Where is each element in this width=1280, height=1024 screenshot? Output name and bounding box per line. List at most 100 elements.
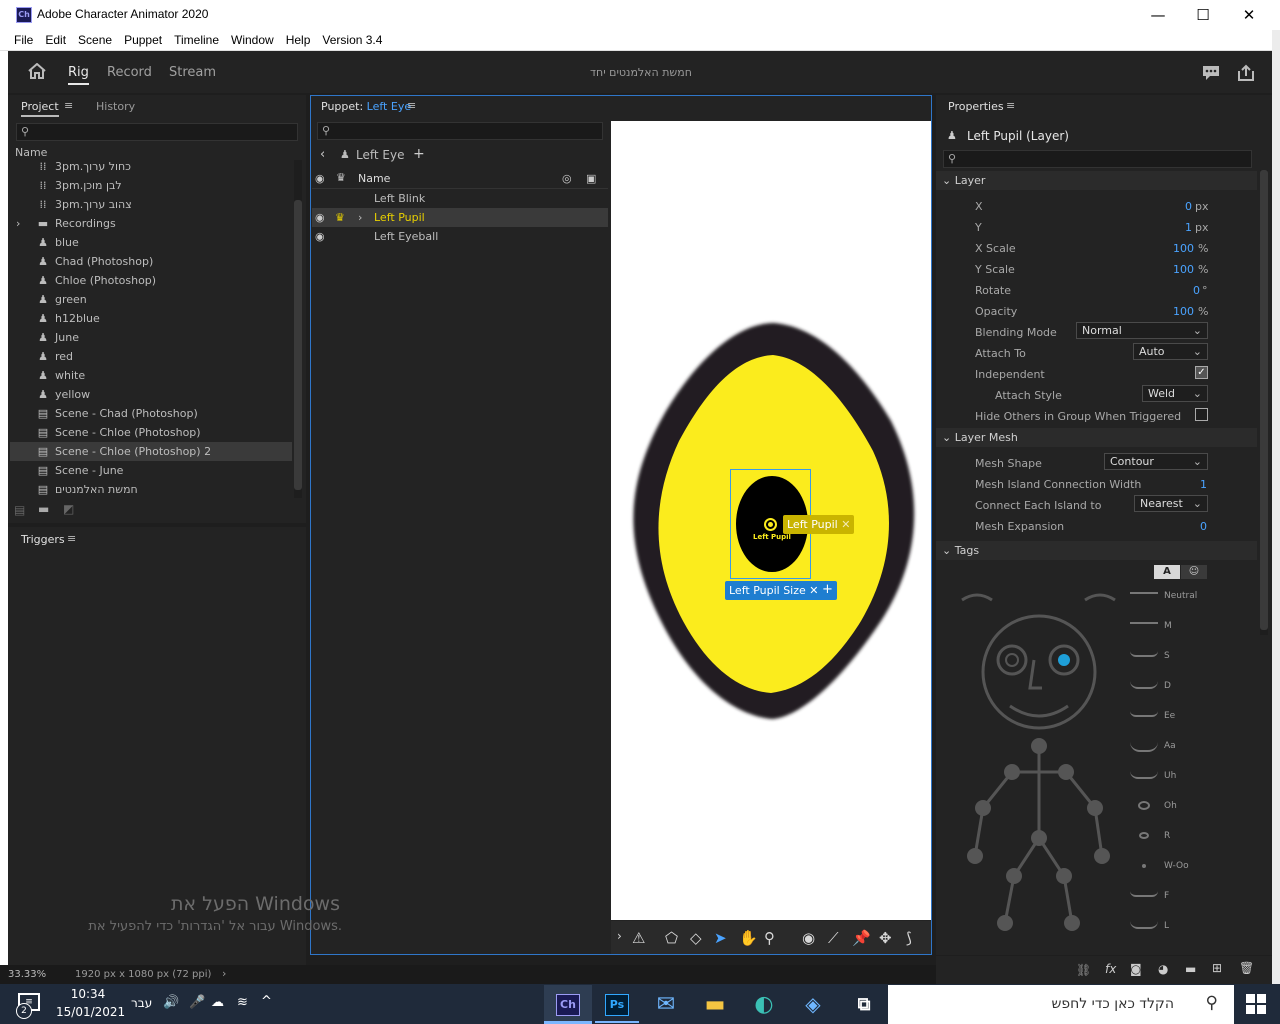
puppet-search-input[interactable]: ⚲ <box>317 122 603 140</box>
folder-icon[interactable]: ▬ <box>1185 962 1196 976</box>
clock-time[interactable]: 10:34 <box>60 987 116 1001</box>
properties-scrollbar[interactable] <box>1260 170 1268 635</box>
menu-version[interactable]: Version 3.4 <box>316 30 388 51</box>
layer-row[interactable]: ◉ Left Eyeball <box>312 227 608 246</box>
tab-record[interactable]: Record <box>107 65 152 80</box>
origin-icon[interactable]: ◉ <box>802 929 815 947</box>
lock-icon[interactable]: ▣ <box>586 172 596 185</box>
viseme-s-icon[interactable] <box>1130 651 1158 657</box>
file-explorer-icon[interactable]: ▬ <box>691 985 739 1024</box>
list-item[interactable]: ▤ Scene - Chad (Photoshop) <box>10 404 292 423</box>
list-item[interactable]: ⁞⁞ 3pm.צהוב ערוך <box>10 195 292 214</box>
prop-rotate-value[interactable]: 0 <box>1160 284 1200 297</box>
brush-icon[interactable]: ⟆ <box>906 929 912 947</box>
viseme-oh-icon[interactable] <box>1138 801 1150 810</box>
eye-icon[interactable]: ◉ <box>315 172 325 185</box>
tab-history[interactable]: History <box>96 100 135 113</box>
tag-text-toggle[interactable]: A <box>1154 565 1180 579</box>
zoom-tool-icon[interactable]: ⚲ <box>764 929 775 947</box>
link-icon[interactable]: ⛓ <box>1076 963 1091 977</box>
fx-icon[interactable]: fx <box>1105 962 1116 976</box>
onedrive-icon[interactable]: ☁ <box>211 995 224 1010</box>
handle-icon[interactable] <box>764 518 777 531</box>
tab-project[interactable]: Project <box>21 100 59 117</box>
list-item[interactable]: ♟ h12blue <box>10 309 292 328</box>
panel-menu-icon[interactable]: ≡ <box>67 532 76 545</box>
viseme-uh[interactable]: Uh <box>1164 771 1176 781</box>
eye-icon[interactable]: ◉ <box>315 208 325 227</box>
mail-icon[interactable]: ✉ <box>642 985 690 1024</box>
section-layer[interactable]: ⌄ Layer <box>936 171 1257 190</box>
app-icon[interactable]: ◈ <box>789 985 837 1024</box>
stick-icon[interactable]: ⟋ <box>828 929 839 947</box>
menu-help[interactable]: Help <box>280 30 317 51</box>
menu-window[interactable]: Window <box>225 30 280 51</box>
tab-stream[interactable]: Stream <box>169 65 216 80</box>
hand-tool-icon[interactable]: ✋ <box>739 929 758 947</box>
list-item[interactable]: ♟ yellow <box>10 385 292 404</box>
prop-x-value[interactable]: 0 <box>1160 200 1192 213</box>
pin-icon[interactable]: 📌 <box>852 929 871 947</box>
microphone-icon[interactable]: 🎤 <box>189 995 205 1010</box>
chevron-right-icon[interactable]: › <box>358 208 362 227</box>
viseme-l[interactable]: L <box>1164 921 1169 931</box>
prop-meshisland-value[interactable]: 1 <box>1180 478 1207 491</box>
viseme-uh-icon[interactable] <box>1130 771 1158 779</box>
eye-icon[interactable]: ◉ <box>315 227 325 246</box>
panel-menu-icon[interactable]: ≡ <box>1006 99 1015 112</box>
trash-icon[interactable]: 🗑 <box>1239 961 1254 975</box>
zoom-level[interactable]: 33.33% <box>8 969 46 980</box>
properties-search-input[interactable]: ⚲ <box>943 150 1252 168</box>
list-item[interactable]: › ▬ Recordings <box>10 214 292 233</box>
independent-checkbox[interactable]: ✓ <box>1195 366 1208 379</box>
prop-xscale-value[interactable]: 100 <box>1160 242 1194 255</box>
hide-others-checkbox[interactable] <box>1195 408 1208 421</box>
viseme-m-icon[interactable] <box>1130 622 1158 624</box>
viseme-oh[interactable]: Oh <box>1164 801 1177 811</box>
tag-figure-toggle-icon[interactable]: ☺ <box>1181 565 1207 579</box>
viseme-aa[interactable]: Aa <box>1164 741 1176 751</box>
viseme-ee[interactable]: Ee <box>1164 711 1175 721</box>
windows-start-icon[interactable] <box>1246 994 1266 1014</box>
project-search-input[interactable]: ⚲ <box>16 123 298 141</box>
add-icon[interactable]: + <box>413 146 425 162</box>
list-item[interactable]: ♟ Chloe (Photoshop) <box>10 271 292 290</box>
breadcrumb[interactable]: Left Eye <box>356 148 404 162</box>
color-icon[interactable]: ◕ <box>1158 962 1168 976</box>
viseme-f-icon[interactable] <box>1130 891 1158 897</box>
new-scene-icon[interactable]: ▤ <box>14 503 25 517</box>
prop-meshexp-value[interactable]: 0 <box>1180 520 1207 533</box>
viseme-l-icon[interactable] <box>1130 921 1158 929</box>
list-item[interactable]: ▤ Scene - Chloe (Photoshop) <box>10 423 292 442</box>
menu-scene[interactable]: Scene <box>72 30 118 51</box>
tag-chip[interactable]: Left Pupil Size ✕ <box>725 581 823 600</box>
minimize-button[interactable]: — <box>1138 4 1178 26</box>
warning-icon[interactable]: ⚠ <box>632 929 645 947</box>
menu-timeline[interactable]: Timeline <box>168 30 225 51</box>
panel-menu-icon[interactable]: ≡ <box>64 99 73 112</box>
viseme-neutral-icon[interactable] <box>1130 592 1158 594</box>
mesh-shape-select[interactable]: Contour ⌄ <box>1104 453 1208 470</box>
prop-opacity-value[interactable]: 100 <box>1160 305 1194 318</box>
crown-icon[interactable]: ♛ <box>335 208 345 227</box>
chevron-up-icon[interactable]: ^ <box>261 994 272 1009</box>
attach-to-select[interactable]: Auto ⌄ <box>1133 343 1208 360</box>
home-icon[interactable] <box>28 63 46 79</box>
prop-y-value[interactable]: 1 <box>1160 221 1192 234</box>
new-icon[interactable]: ⊞ <box>1212 961 1222 975</box>
menu-file[interactable]: File <box>0 30 39 51</box>
viseme-ee-icon[interactable] <box>1130 711 1158 717</box>
section-tags[interactable]: ⌄ Tags <box>936 541 1257 560</box>
list-item[interactable]: ⁞⁞ 3pm.כחול ערוך <box>10 157 292 176</box>
layer-row[interactable]: Left Blink <box>312 189 608 208</box>
taskbar-app-character-animator[interactable]: Ch <box>544 985 592 1024</box>
remove-icon[interactable]: ✕ <box>841 518 850 531</box>
attach-style-select[interactable]: Weld ⌄ <box>1142 385 1208 402</box>
wifi-icon[interactable]: ≋ <box>237 995 248 1010</box>
viseme-f[interactable]: F <box>1164 891 1169 901</box>
back-chevron-icon[interactable]: ‹ <box>320 147 325 162</box>
taskbar-app-photoshop[interactable]: Ps <box>593 985 641 1024</box>
viseme-woo-icon[interactable] <box>1142 864 1146 868</box>
list-item[interactable]: ♟ Chad (Photoshop) <box>10 252 292 271</box>
list-item-selected[interactable]: ▤ Scene - Chloe (Photoshop) 2 <box>10 442 292 461</box>
